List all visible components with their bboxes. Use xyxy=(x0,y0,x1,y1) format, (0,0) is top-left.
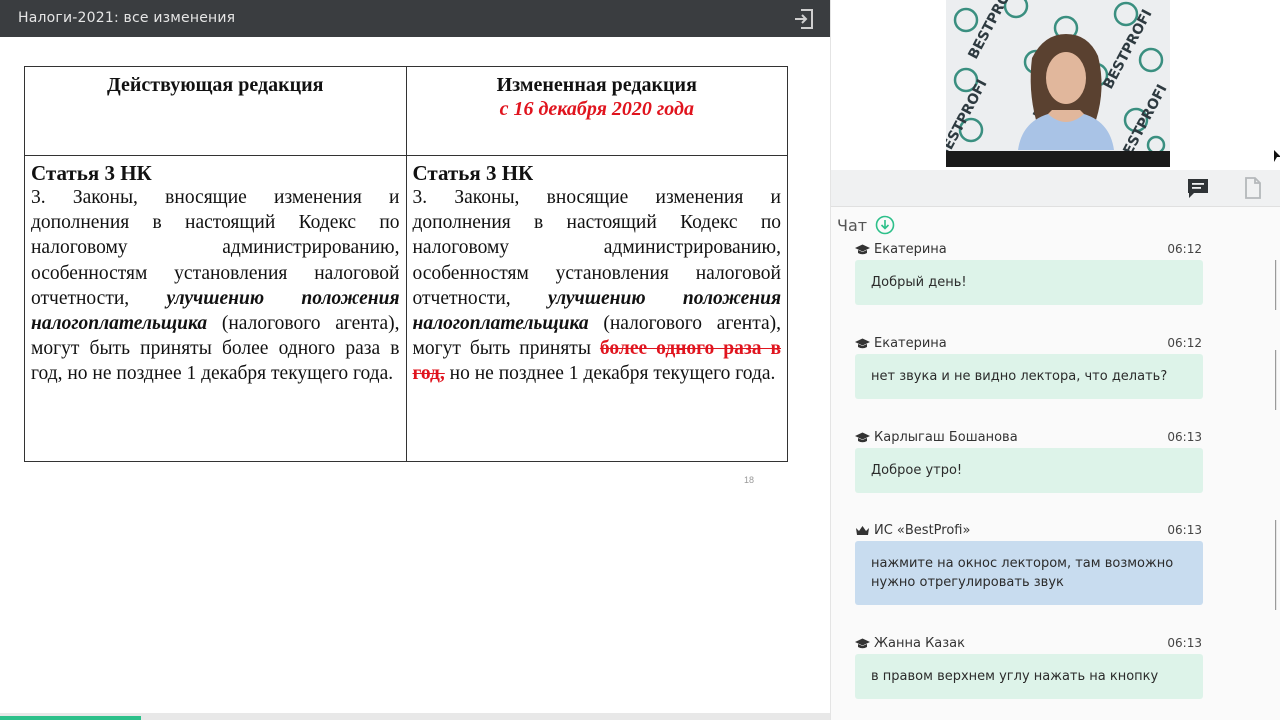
chat-message: Жанна Казак 06:13 в правом верхнем углу на… xyxy=(855,634,1203,699)
video-controls-strip xyxy=(946,151,1170,167)
presentation-topbar: Налоги-2021: все изменения xyxy=(0,0,830,37)
chat-message-meta: ИС «BestProfi» 06:13 xyxy=(855,521,1203,541)
chat-icon[interactable] xyxy=(1186,177,1210,199)
slide-page-number: 18 xyxy=(744,475,755,485)
exit-icon[interactable] xyxy=(792,7,816,31)
chat-time: 06:13 xyxy=(1167,636,1202,650)
lecturer-video[interactable]: BESTPROFI BESTPROFI BESTPROFI BESTPROFI … xyxy=(946,0,1170,167)
changed-edition-title: Измененная редакция xyxy=(496,74,697,96)
article-title: Статья 3 НК xyxy=(31,161,152,185)
chat-message-meta: Екатерина 06:12 xyxy=(855,240,1203,260)
progress-bar xyxy=(0,716,141,720)
chat-author: Жанна Казак xyxy=(855,636,965,651)
chat-bubble: нажмите на окнос лектором, там возможно … xyxy=(855,541,1203,605)
chat-time: 06:12 xyxy=(1167,242,1202,256)
comparison-table: Действующая редакция Измененная редакция… xyxy=(24,66,788,462)
graduation-cap-icon xyxy=(855,244,870,255)
chat-author: Карлыгаш Бошанова xyxy=(855,430,1018,445)
article-title: Статья 3 НК xyxy=(412,161,534,185)
lecturer-figure xyxy=(1018,34,1114,150)
chat-author-name: ИС «BestProfi» xyxy=(874,523,971,538)
side-tabs xyxy=(831,170,1280,207)
chat-message: ИС «BestProfi» 06:13 нажмите на окнос лект… xyxy=(855,521,1203,605)
chat-bubble: Добрый день! xyxy=(855,260,1203,305)
article-text: но не позднее 1 декабря текущего года. xyxy=(444,363,776,385)
video-area: BESTPROFI BESTPROFI BESTPROFI BESTPROFI … xyxy=(831,0,1280,170)
chat-time: 06:13 xyxy=(1167,523,1202,537)
chat-author-name: Карлыгаш Бошанова xyxy=(874,430,1018,445)
graduation-cap-icon xyxy=(855,638,870,649)
crown-icon xyxy=(856,526,869,535)
header-current-edition: Действующая редакция xyxy=(24,66,407,156)
document-icon[interactable] xyxy=(1241,177,1265,199)
side-panel: BESTPROFI BESTPROFI BESTPROFI BESTPROFI … xyxy=(830,0,1280,720)
chat-author: Екатерина xyxy=(855,336,947,351)
graduation-cap-icon xyxy=(855,432,870,443)
chat-title: Чат xyxy=(837,215,868,235)
chat-author: ИС «BestProfi» xyxy=(855,523,970,538)
chat-message-meta: Екатерина 06:12 xyxy=(855,334,1203,354)
chat-message: Карлыгаш Бошанова 06:13 Доброе утро! xyxy=(855,428,1203,493)
chat-time: 06:13 xyxy=(1167,430,1202,444)
chat-author: Екатерина xyxy=(855,242,947,257)
chat-message: Екатерина 06:12 Добрый день! xyxy=(855,240,1203,305)
slide: Действующая редакция Измененная редакция… xyxy=(0,37,830,713)
download-icon[interactable] xyxy=(875,215,895,235)
header-changed-edition: Измененная редакция с 16 декабря 2020 го… xyxy=(405,66,788,156)
chat-message-meta: Карлыгаш Бошанова 06:13 xyxy=(855,428,1203,448)
chat-bubble: в правом верхнем углу нажать на кнопку xyxy=(855,654,1203,699)
presentation-panel: Налоги-2021: все изменения Действующая р… xyxy=(0,0,830,720)
changed-edition-text: Статья 3 НК 3. Законы, вносящие изменени… xyxy=(405,155,788,462)
changed-edition-date: с 16 декабря 2020 года xyxy=(499,98,694,120)
chat-author-name: Екатерина xyxy=(874,336,947,351)
chat-message-meta: Жанна Казак 06:13 xyxy=(855,634,1203,654)
chat-bubble: Доброе утро! xyxy=(855,448,1203,493)
presentation-title: Налоги-2021: все изменения xyxy=(18,10,236,26)
graduation-cap-icon xyxy=(855,338,870,349)
chat-author-name: Екатерина xyxy=(874,242,947,257)
chat-bubble: нет звука и не видно лектора, что делать… xyxy=(855,354,1203,399)
chat-message: Екатерина 06:12 нет звука и не видно лекто… xyxy=(855,334,1203,399)
chat-time: 06:12 xyxy=(1167,336,1202,350)
mouse-cursor-icon xyxy=(1274,150,1280,162)
current-edition-title: Действующая редакция xyxy=(107,74,324,96)
chat-author-name: Жанна Казак xyxy=(874,636,965,651)
scrollbar-edge[interactable] xyxy=(1271,250,1280,650)
chat-messages[interactable]: Екатерина 06:12 Добрый день! Екатерина 06:12… xyxy=(831,240,1280,720)
current-edition-text: Статья 3 НК 3. Законы, вносящие изменени… xyxy=(24,155,407,462)
chat-header: Чат xyxy=(837,214,895,236)
